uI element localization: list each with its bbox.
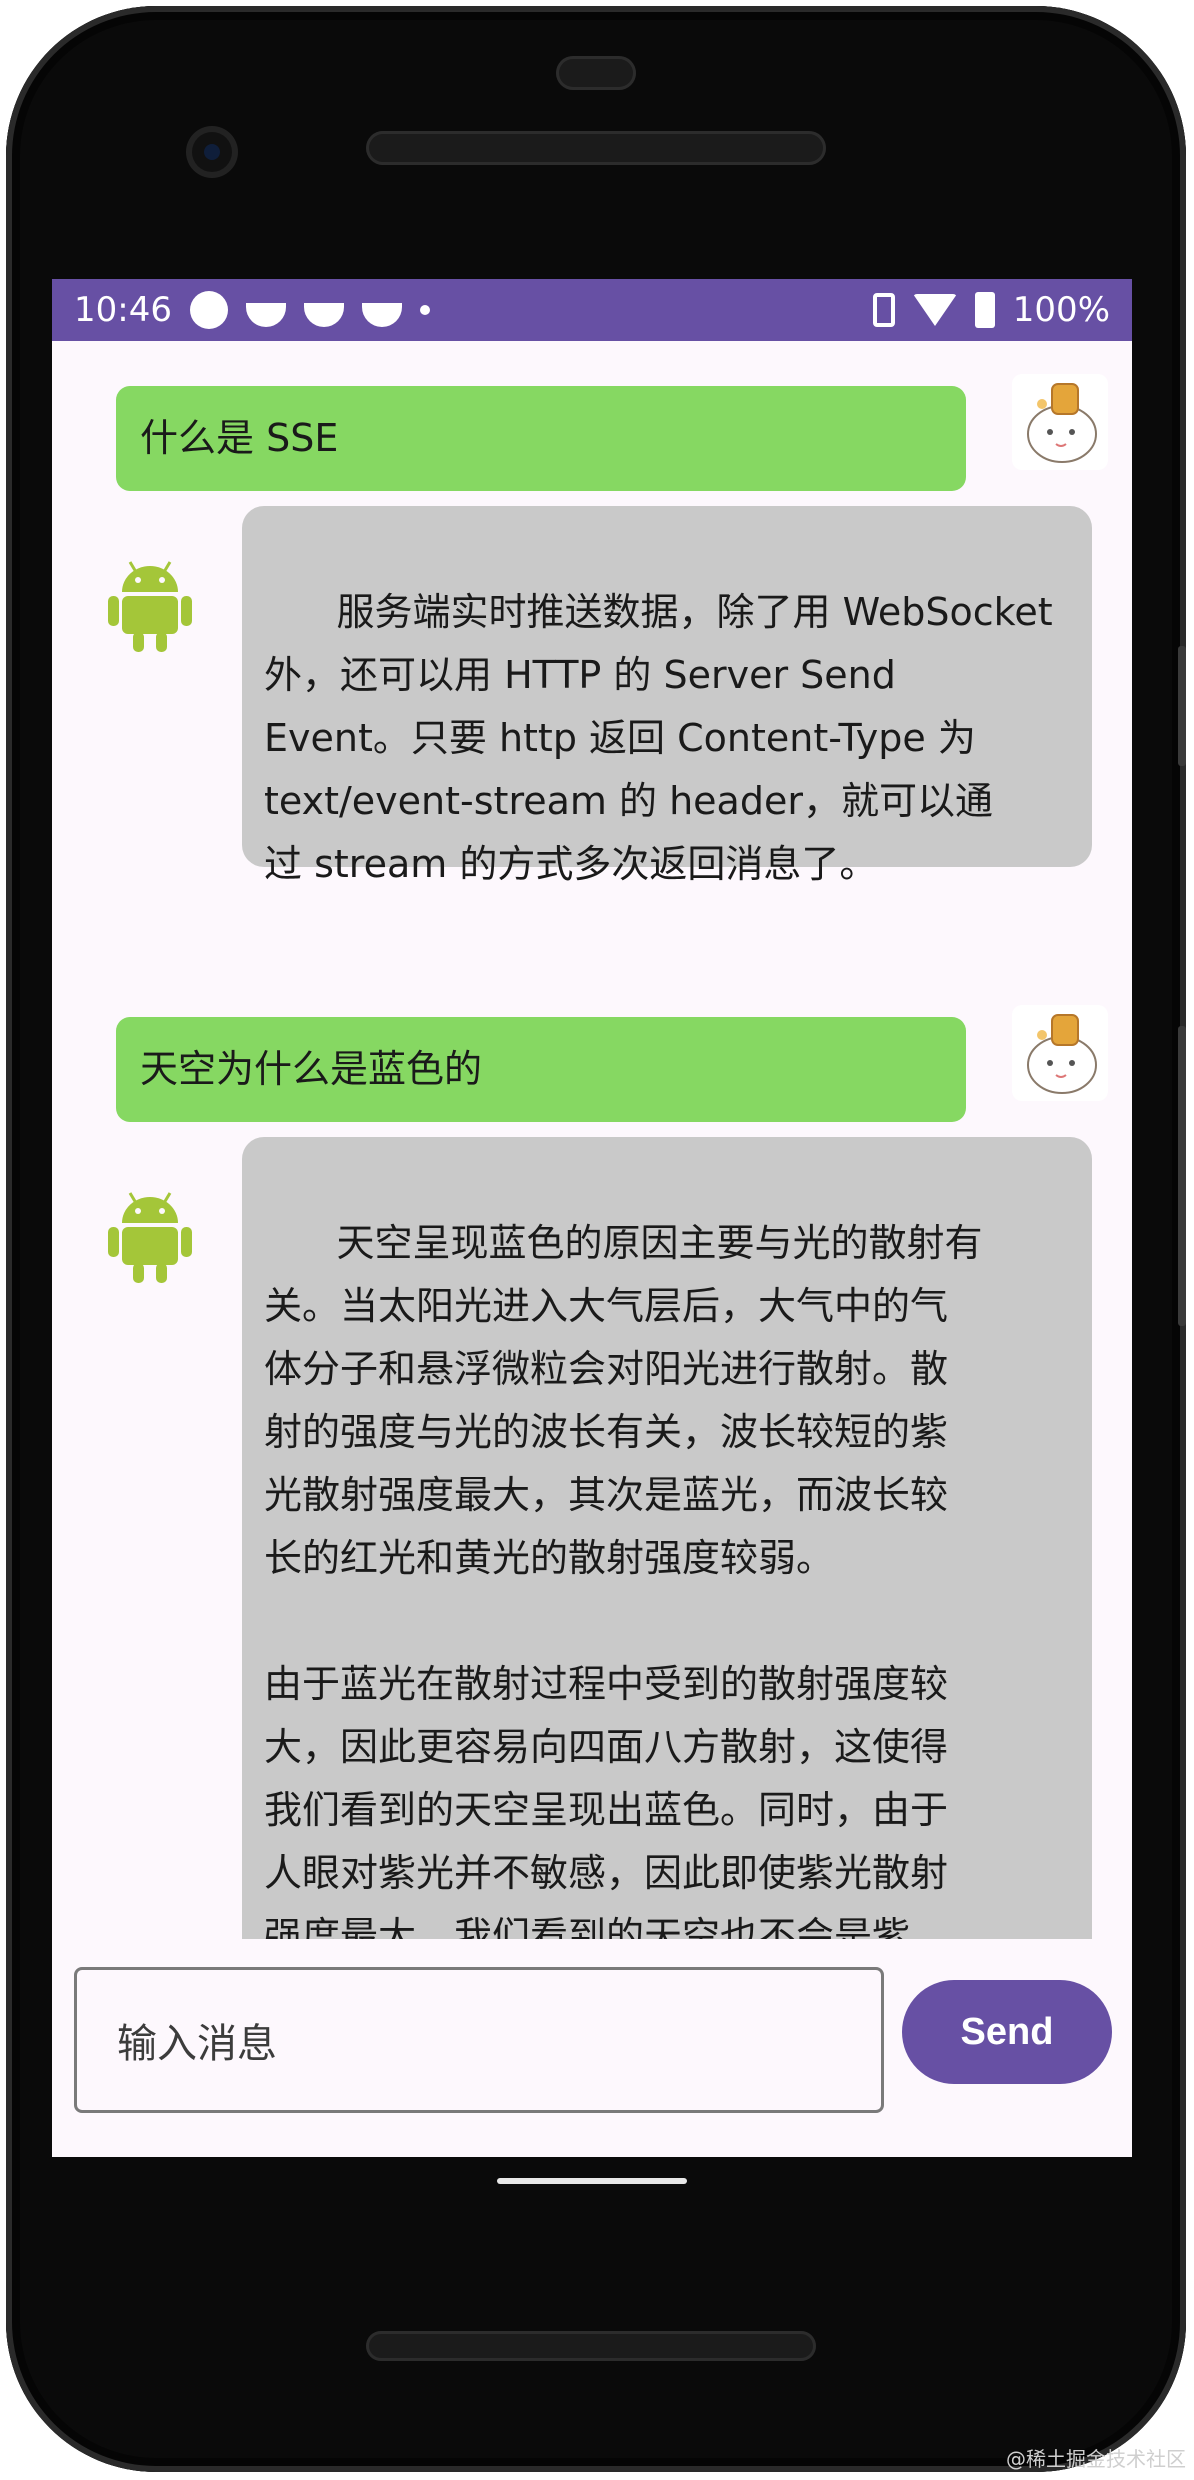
watermark: @稀土掘金技术社区 — [1006, 2447, 1186, 2471]
bot-message-bubble: 服务端实时推送数据，除了用 WebSocket 外，还可以用 HTTP 的 Se… — [242, 506, 1092, 886]
volume-button — [1178, 1026, 1186, 1326]
gesture-nav-handle[interactable] — [497, 2178, 687, 2184]
message-text: 服务端实时推送数据，除了用 WebSocket 外，还可以用 HTTP 的 Se… — [264, 590, 1053, 886]
top-speaker — [366, 131, 826, 165]
notification-bowl-icon — [303, 303, 344, 327]
input-bar: 输入消息 Send — [52, 1939, 1132, 2157]
user-message-bubble: 天空为什么是蓝色的 — [116, 1017, 966, 1122]
power-button — [1178, 646, 1186, 766]
battery-percent: 100% — [1012, 290, 1110, 330]
app-icon — [189, 291, 228, 329]
message-text: 天空为什么是蓝色的 — [140, 1047, 483, 1091]
message-input[interactable]: 输入消息 — [74, 1967, 884, 2113]
status-time: 10:46 — [74, 290, 172, 330]
battery-charging-icon — [974, 292, 995, 328]
earpiece — [556, 56, 636, 90]
user-message-bubble: 什么是 SSE — [116, 386, 966, 491]
app-screen: 10:46 100% 什么是 SSE 服务端实时推送数据，除了用 WebSock… — [52, 279, 1132, 2157]
status-bar: 10:46 100% — [52, 279, 1132, 341]
user-avatar — [1012, 1005, 1108, 1101]
chat-list[interactable]: 什么是 SSE 服务端实时推送数据，除了用 WebSocket 外，还可以用 H… — [52, 341, 1132, 1939]
notification-bowl-icon — [245, 303, 286, 327]
message-text: 天空呈现蓝色的原因主要与光的散射有 关。当太阳光进入大气层后，大气中的气 体分子… — [264, 1221, 983, 1939]
vibrate-icon — [872, 293, 895, 327]
android-bot-avatar-icon — [108, 561, 192, 652]
message-text: 什么是 SSE — [140, 416, 339, 460]
more-dot-icon — [419, 305, 430, 315]
bottom-speaker — [366, 2331, 816, 2361]
send-button[interactable]: Send — [902, 1980, 1112, 2084]
user-avatar — [1012, 374, 1108, 470]
notification-bowl-icon — [361, 303, 402, 327]
front-camera — [186, 126, 238, 178]
bot-message-bubble: 天空呈现蓝色的原因主要与光的散射有 关。当太阳光进入大气层后，大气中的气 体分子… — [242, 1137, 1092, 1939]
wifi-icon — [912, 294, 957, 326]
android-bot-avatar-icon — [108, 1192, 192, 1283]
message-input-placeholder: 输入消息 — [117, 2021, 277, 2067]
